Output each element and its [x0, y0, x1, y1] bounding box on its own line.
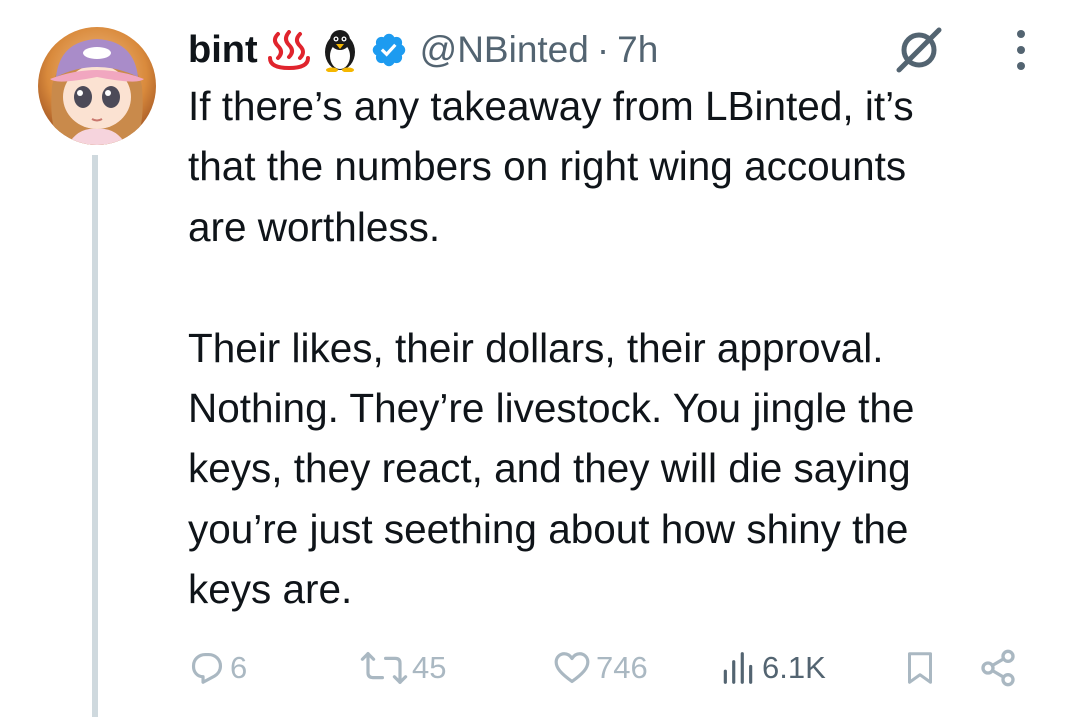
verified-badge-icon[interactable] — [370, 31, 408, 69]
bookmark-icon — [902, 648, 938, 688]
grok-icon[interactable] — [893, 24, 945, 76]
repost-icon — [360, 648, 408, 688]
reply-count: 6 — [230, 650, 248, 685]
tweet-actions: 6 45 746 6.1K — [188, 638, 1028, 698]
separator-dot: · — [596, 29, 610, 70]
repost-button[interactable]: 45 — [360, 638, 446, 698]
tweet-text: If there’s any takeaway from LBinted, it… — [188, 76, 1048, 620]
display-name[interactable]: bint — [188, 29, 258, 72]
tweet-paragraph: Their likes, their dollars, their approv… — [188, 324, 915, 613]
tweet-header: bint @NBinted · 7h — [188, 22, 658, 78]
repost-count: 45 — [412, 650, 447, 685]
timestamp[interactable]: 7h — [617, 29, 658, 71]
tweet-paragraph-spacer: ​ — [188, 257, 1048, 317]
more-vertical-icon[interactable] — [1008, 26, 1034, 74]
avatar-image — [38, 27, 156, 145]
thread-line — [92, 155, 98, 717]
avatar[interactable] — [38, 27, 156, 145]
reply-button[interactable]: 6 — [188, 638, 247, 698]
hot-springs-emoji — [266, 30, 312, 70]
share-icon — [978, 648, 1018, 688]
reply-icon — [188, 649, 226, 687]
like-count: 746 — [596, 650, 648, 685]
views-bar-chart-icon — [718, 649, 758, 687]
author-handle[interactable]: @NBinted — [420, 29, 589, 71]
penguin-emoji — [320, 28, 360, 72]
share-button[interactable] — [978, 638, 1018, 698]
views-button[interactable]: 6.1K — [718, 638, 826, 698]
tweet-paragraph: If there’s any takeaway from LBinted, it… — [188, 83, 914, 250]
bookmark-button[interactable] — [902, 638, 938, 698]
heart-icon — [552, 649, 592, 687]
views-count: 6.1K — [762, 650, 826, 685]
like-button[interactable]: 746 — [552, 638, 648, 698]
